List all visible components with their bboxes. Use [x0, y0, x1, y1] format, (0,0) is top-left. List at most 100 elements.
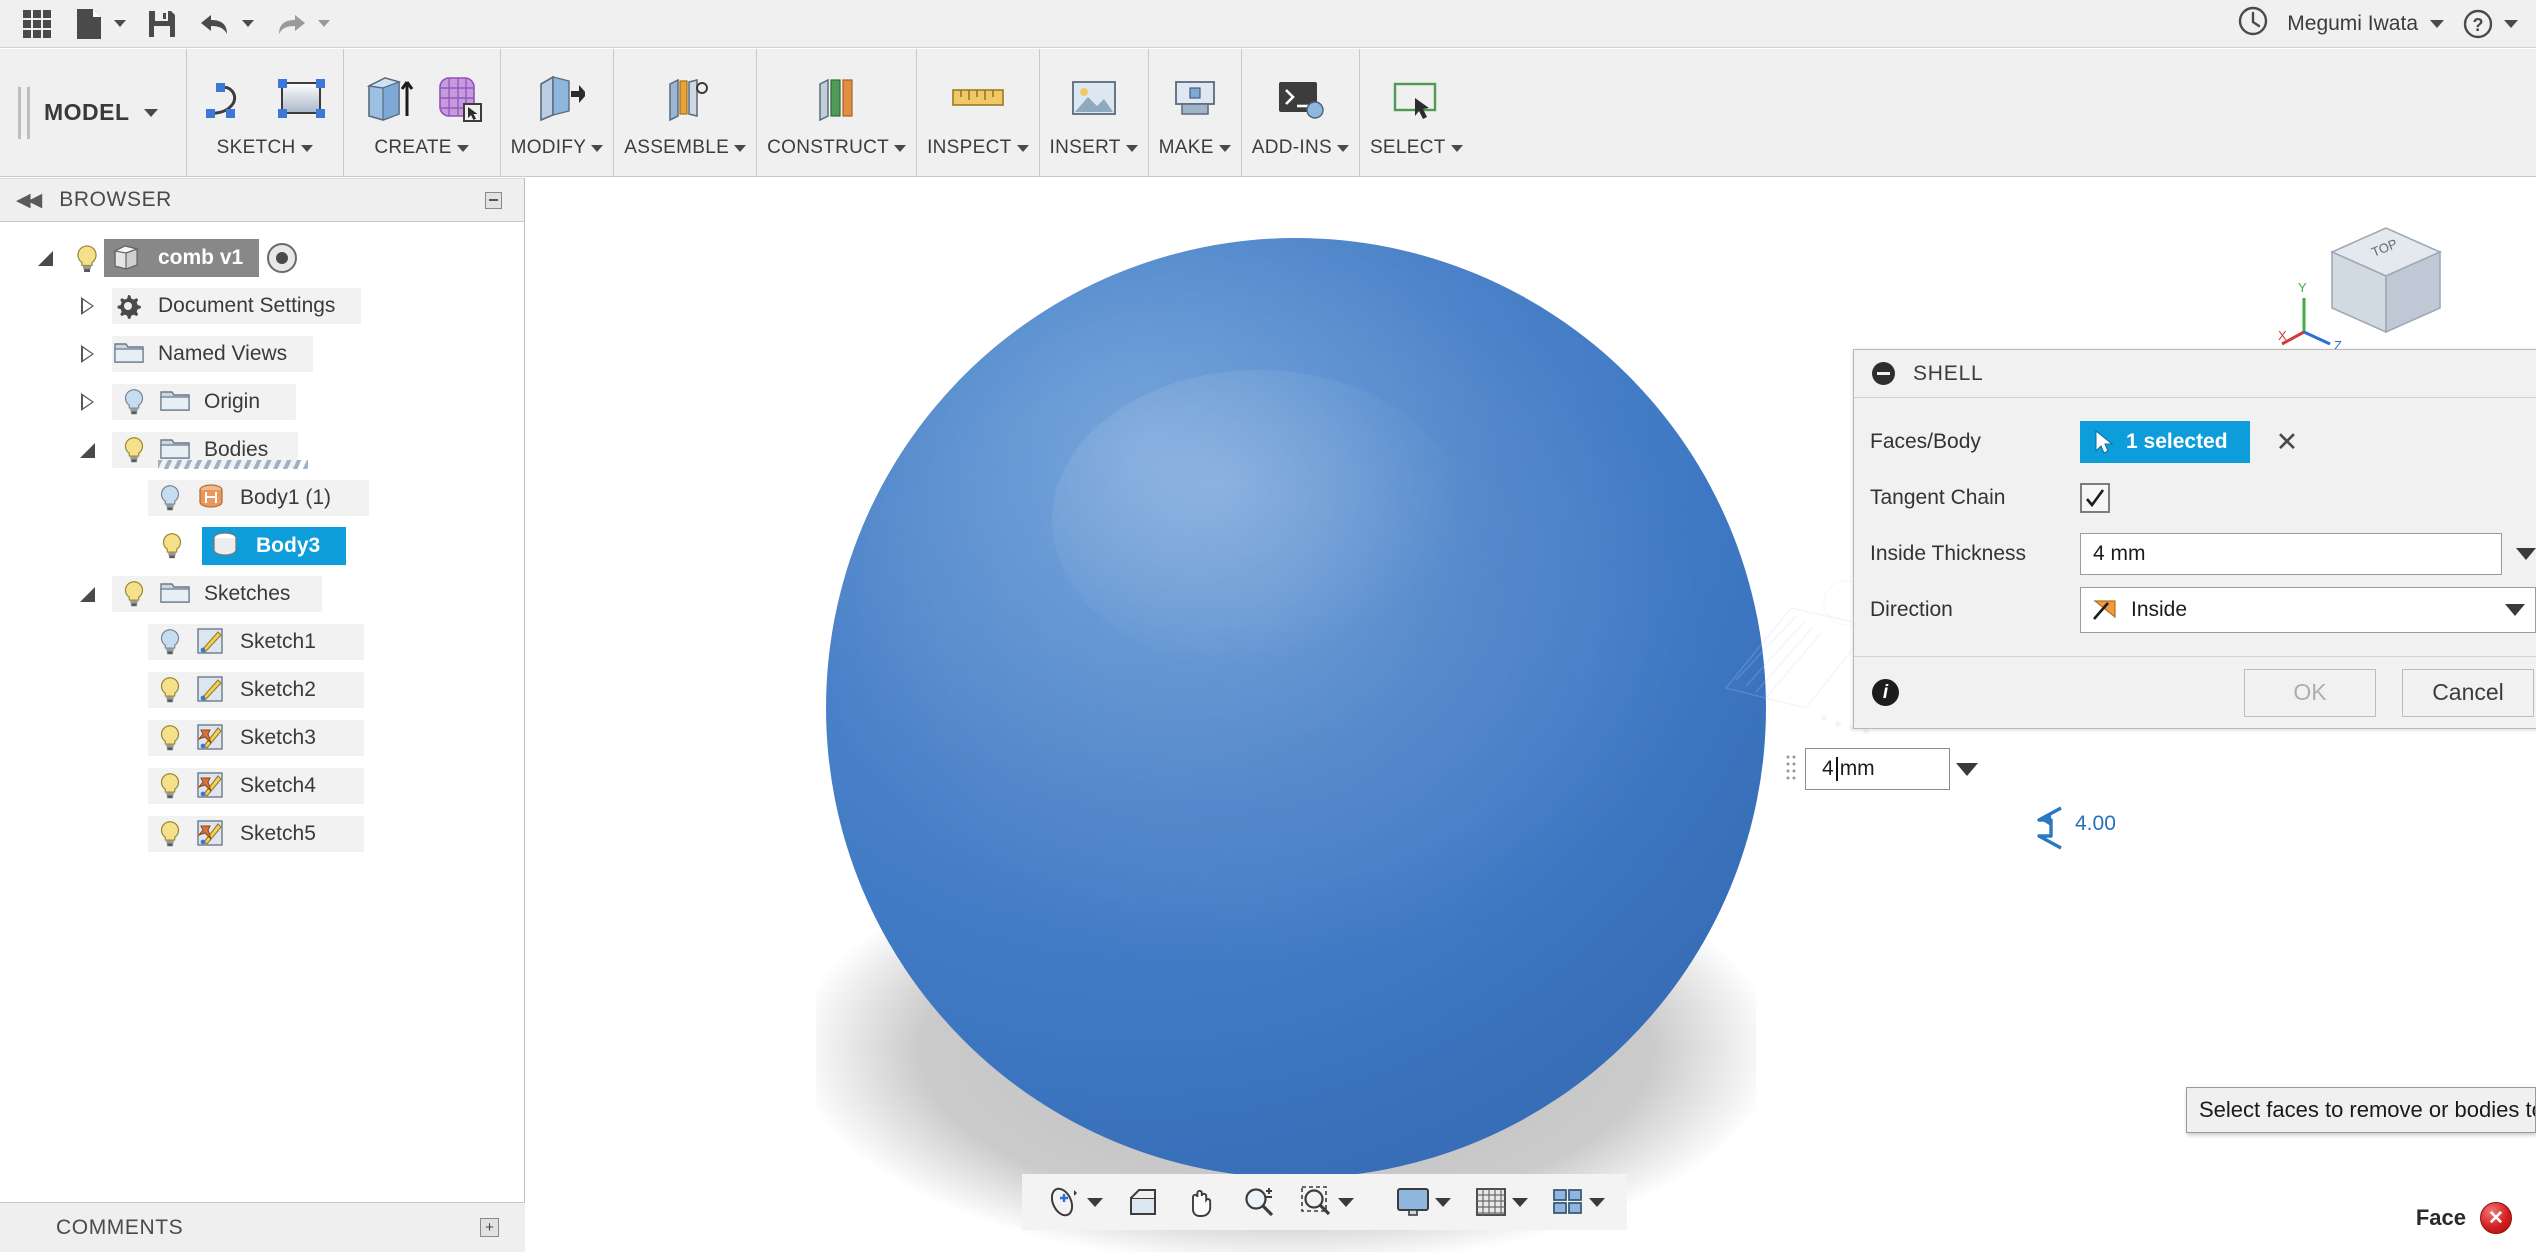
new-document-icon[interactable] [64, 4, 136, 44]
user-menu[interactable]: Megumi Iwata [2287, 12, 2444, 36]
ribbon-tab-modify[interactable]: MODIFY [511, 137, 604, 159]
grid-apps-icon[interactable] [10, 4, 64, 44]
ribbon-tab-make[interactable]: MAKE [1159, 137, 1231, 159]
expander-open-icon[interactable] [76, 439, 98, 461]
undo-icon[interactable] [188, 4, 264, 44]
root-selected-chip[interactable]: comb v1 [104, 239, 260, 277]
offset-plane-icon[interactable] [804, 61, 870, 133]
grid-snap-icon[interactable] [1465, 1184, 1536, 1220]
display-mode-caret-icon[interactable] [1435, 1197, 1451, 1207]
dimension-marker[interactable]: 4.00 [2021, 798, 2116, 850]
extrude-icon[interactable] [354, 61, 420, 133]
collapse-left-icon[interactable]: ◀◀ [16, 189, 42, 212]
workspace-caret-icon[interactable] [143, 108, 158, 117]
ok-button[interactable]: OK [2244, 668, 2376, 717]
chevron-down-icon[interactable] [1016, 144, 1029, 152]
orbit-icon[interactable] [1036, 1184, 1111, 1220]
inside-thickness-input[interactable]: 4 mm [2080, 533, 2502, 575]
lightbulb-on-icon[interactable] [154, 817, 188, 851]
inside-thickness-dropdown-icon[interactable] [2516, 548, 2536, 560]
lightbulb-on-icon[interactable] [156, 529, 190, 563]
joint-icon[interactable] [652, 61, 718, 133]
chevron-down-icon[interactable] [1956, 762, 1978, 776]
chevron-down-icon[interactable] [1125, 144, 1138, 152]
info-icon[interactable]: i [1872, 679, 1899, 706]
chevron-down-icon[interactable] [300, 144, 313, 152]
help-menu[interactable]: ? [2462, 8, 2518, 40]
viewports-icon[interactable] [1542, 1184, 1613, 1220]
ribbon-tab-addins[interactable]: ADD-INS [1252, 137, 1349, 159]
lightbulb-on-icon[interactable] [154, 673, 188, 707]
zoom-icon[interactable] [1233, 1184, 1285, 1220]
insert-image-icon[interactable] [1061, 61, 1127, 133]
tree-row-body1[interactable]: Body1 (1) [0, 474, 524, 522]
help-icon[interactable]: ? [2462, 8, 2494, 40]
ribbon-tab-sketch[interactable]: SKETCH [217, 137, 313, 159]
lightbulb-off-icon[interactable] [118, 385, 152, 419]
chevron-down-icon[interactable] [1450, 144, 1463, 152]
ribbon-tab-select[interactable]: SELECT [1370, 137, 1463, 159]
tree-row-sketch2[interactable]: Sketch2 [0, 666, 524, 714]
chevron-down-icon[interactable] [894, 144, 907, 152]
tree-row-sketches[interactable]: Sketches [0, 570, 524, 618]
zoom-window-icon[interactable] [1291, 1184, 1362, 1220]
script-icon[interactable] [1267, 61, 1333, 133]
tree-row-sketch1[interactable]: Sketch1 [0, 618, 524, 666]
tree-row-named-views[interactable]: Named Views [0, 330, 524, 378]
ribbon-tab-inspect[interactable]: INSPECT [927, 137, 1029, 159]
tree-row-origin[interactable]: Origin [0, 378, 524, 426]
shell-dialog-titlebar[interactable]: SHELL [1854, 350, 2536, 398]
undo-caret-icon[interactable] [242, 20, 254, 27]
zoom-window-caret-icon[interactable] [1338, 1197, 1354, 1207]
expander-closed-icon[interactable] [76, 391, 98, 413]
lightbulb-on-icon[interactable] [154, 721, 188, 755]
select-icon[interactable] [1383, 61, 1449, 133]
expander-closed-icon[interactable] [76, 343, 98, 365]
redo-caret-icon[interactable] [318, 20, 330, 27]
help-menu-caret-icon[interactable] [2504, 19, 2518, 28]
tangent-chain-checkbox[interactable] [2080, 483, 2110, 513]
redo-icon[interactable] [264, 4, 340, 44]
user-menu-caret-icon[interactable] [2430, 19, 2444, 28]
lightbulb-on-icon[interactable] [154, 769, 188, 803]
lightbulb-off-icon[interactable] [154, 625, 188, 659]
spline-icon[interactable] [197, 61, 263, 133]
faces-body-selection-button[interactable]: 1 selected [2080, 421, 2250, 463]
minimize-icon[interactable] [485, 191, 502, 209]
value-input-field[interactable]: 4 mm [1805, 748, 1950, 790]
lightbulb-on-icon[interactable] [118, 577, 152, 611]
drag-grip-icon[interactable] [1785, 752, 1799, 786]
lightbulb-on-icon[interactable] [70, 241, 104, 275]
mesh-box-icon[interactable] [424, 61, 490, 133]
ribbon-tab-assemble[interactable]: ASSEMBLE [624, 137, 747, 159]
tree-row-sketch4[interactable]: Sketch4 [0, 762, 524, 810]
tree-row-sketch3[interactable]: Sketch3 [0, 714, 524, 762]
measure-icon[interactable] [945, 61, 1011, 133]
ribbon-tab-create[interactable]: CREATE [374, 137, 469, 159]
cancel-button[interactable]: Cancel [2402, 668, 2534, 717]
ribbon-tab-insert[interactable]: INSERT [1050, 137, 1138, 159]
minus-circle-icon[interactable] [1872, 362, 1895, 385]
ribbon-tab-construct[interactable]: CONSTRUCT [767, 137, 907, 159]
clock-history-icon[interactable] [2237, 5, 2269, 42]
tree-row-sketch5[interactable]: Sketch5 [0, 810, 524, 858]
direction-combobox[interactable]: Inside [2080, 587, 2536, 633]
tree-row-root[interactable]: comb v1 [0, 234, 524, 282]
new-document-caret-icon[interactable] [114, 20, 126, 27]
comments-panel[interactable]: COMMENTS + [0, 1202, 525, 1252]
chevron-down-icon[interactable] [734, 144, 747, 152]
chevron-down-icon[interactable] [1218, 144, 1231, 152]
root-expander-icon[interactable] [34, 247, 56, 269]
direction-dropdown-icon[interactable] [2505, 604, 2525, 616]
tree-row-document-settings[interactable]: Document Settings [0, 282, 524, 330]
chevron-down-icon[interactable] [591, 144, 604, 152]
add-comment-icon[interactable]: + [480, 1218, 499, 1237]
chevron-down-icon[interactable] [1336, 144, 1349, 152]
lightbulb-on-icon[interactable] [118, 433, 152, 467]
save-icon[interactable] [136, 4, 188, 44]
press-pull-icon[interactable] [524, 61, 590, 133]
workspace-switcher[interactable]: MODEL [0, 49, 187, 176]
orbit-caret-icon[interactable] [1087, 1197, 1103, 1207]
grid-snap-caret-icon[interactable] [1512, 1197, 1528, 1207]
sphere-body[interactable] [826, 238, 1766, 1178]
